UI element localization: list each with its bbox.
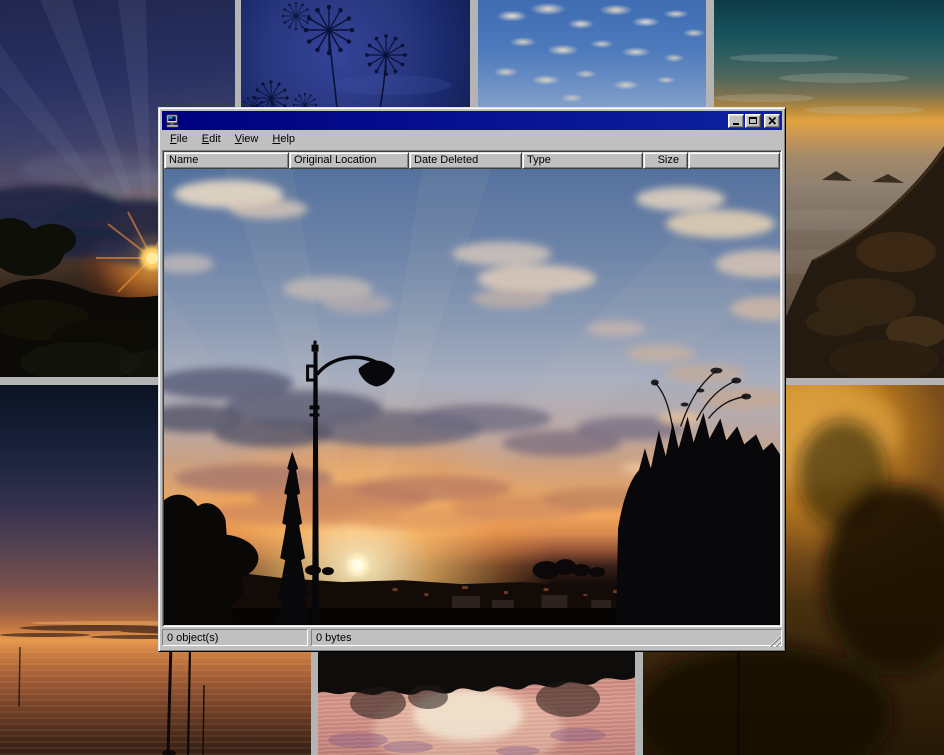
window-controls <box>728 114 780 128</box>
menu-help[interactable]: Help <box>265 131 302 149</box>
column-header-date-deleted[interactable]: Date Deleted <box>409 152 522 169</box>
status-bar: 0 object(s) 0 bytes <box>162 629 782 648</box>
title-bar[interactable] <box>162 111 782 130</box>
minimize-button[interactable] <box>728 114 744 128</box>
menu-file[interactable]: File <box>163 131 195 149</box>
menu-edit[interactable]: Edit <box>195 131 228 149</box>
seed-heads-art <box>241 0 470 110</box>
status-total-size: 0 bytes <box>311 629 782 646</box>
column-header-original-location[interactable]: Original Location <box>289 152 409 169</box>
menu-bar: File Edit View Help <box>162 130 782 150</box>
wallpaper-tile-seed-heads <box>241 0 470 110</box>
column-header-filler <box>688 152 780 169</box>
column-header-type[interactable]: Type <box>522 152 643 169</box>
wallpaper-tile-flecked-clouds <box>478 0 706 110</box>
menu-view[interactable]: View <box>228 131 266 149</box>
maximize-button[interactable] <box>745 114 761 128</box>
column-header-row: Name Original Location Date Deleted Type… <box>164 152 780 169</box>
status-object-count: 0 object(s) <box>162 629 308 646</box>
close-button[interactable] <box>764 114 780 128</box>
deleted-items-list[interactable]: Name Original Location Date Deleted Type… <box>162 150 782 627</box>
client-area-wallpaper-showthrough <box>164 169 780 625</box>
minimize-icon <box>733 123 739 125</box>
lamp-sunset-art <box>164 169 780 625</box>
recycle-bin-window: File Edit View Help Name Original Locati… <box>158 107 786 652</box>
column-header-name[interactable]: Name <box>164 152 289 169</box>
computer-icon <box>165 114 180 128</box>
close-icon <box>768 117 777 125</box>
maximize-icon <box>749 117 757 124</box>
column-header-size[interactable]: Size <box>643 152 688 169</box>
